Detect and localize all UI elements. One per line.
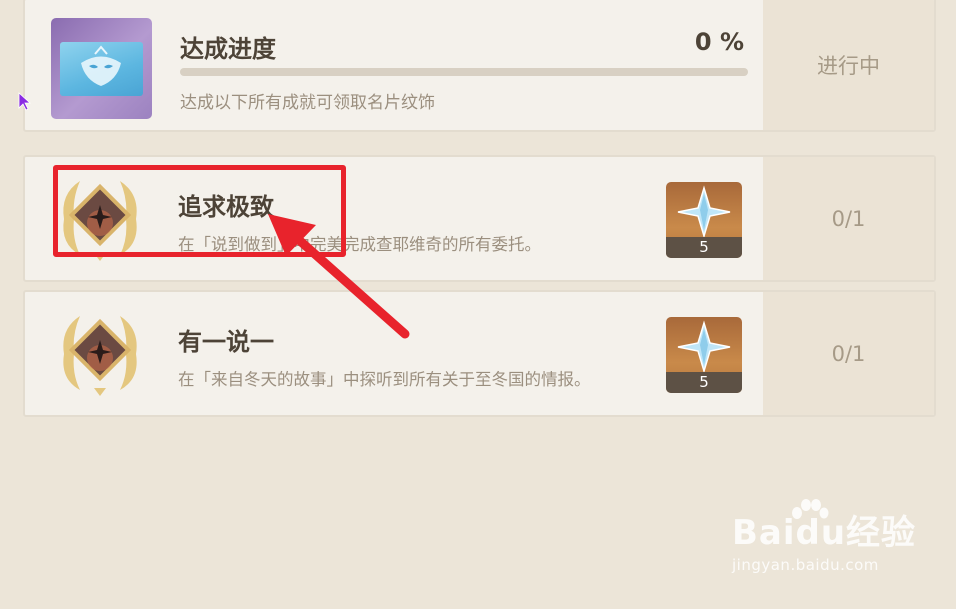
achievement-item[interactable]: 有一说一 在「来自冬天的故事」中探听到所有关于至冬国的情报。 5 0/1 [23,290,936,417]
achievement-progress-card: 达成进度 0 % 达成以下所有成就可领取名片纹饰 进行中 [23,0,936,132]
baidu-paw-icon [792,499,829,519]
namecard-icon [51,18,152,119]
progress-description: 达成以下所有成就可领取名片纹饰 [180,93,435,113]
achievement-progress: 0/1 [763,292,934,415]
achievement-title: 有一说一 [178,328,274,356]
mask-emblem-icon [81,45,121,86]
baidu-watermark: Baidu经验 jingyan.baidu.com [732,499,916,574]
watermark-url: jingyan.baidu.com [732,556,879,574]
progress-title: 达成进度 [180,35,276,63]
progress-bar [180,68,748,76]
progress-status: 进行中 [763,0,934,130]
achievement-description: 在「来自冬天的故事」中探听到所有关于至冬国的情报。 [178,370,591,389]
primogem-icon [677,320,731,374]
reward-count: 5 [666,372,742,393]
reward-count: 5 [666,237,742,258]
reward-primogem[interactable]: 5 [666,182,742,258]
achievement-progress: 0/1 [763,157,934,280]
reward-primogem[interactable]: 5 [666,317,742,393]
highlight-annotation-box [53,165,346,257]
primogem-icon [677,185,731,239]
progress-percent: 0 % [694,28,744,56]
achievement-badge-icon [63,316,137,396]
mouse-cursor-icon [18,92,32,111]
